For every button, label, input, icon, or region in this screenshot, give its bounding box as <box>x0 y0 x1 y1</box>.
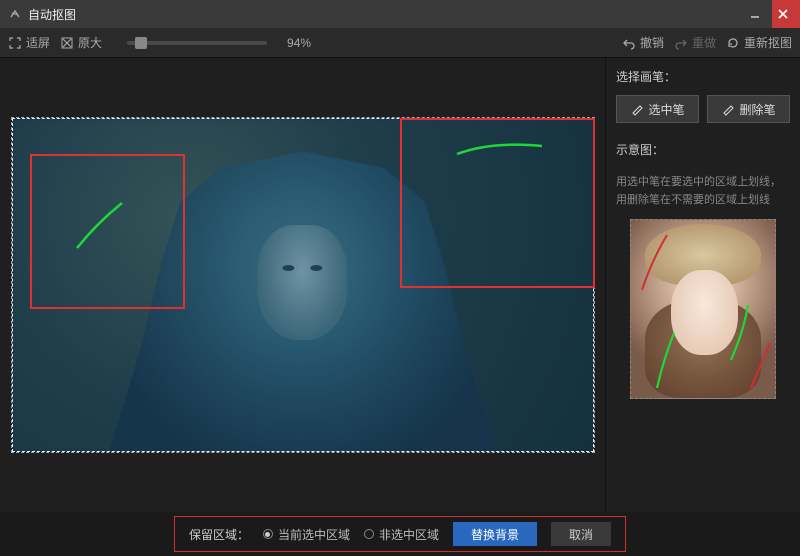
main-area: 选择画笔： 选中笔 删除笔 示意图： 用选中笔在要选中的区域上划线，用删除笔在不… <box>0 58 800 512</box>
erase-brush-label: 删除笔 <box>739 101 775 118</box>
bottom-bar: 保留区域： 当前选中区域 非选中区域 替换背景 取消 <box>174 516 626 552</box>
replace-background-button[interactable]: 替换背景 <box>453 522 537 546</box>
radio-inverse-selection[interactable]: 非选中区域 <box>364 526 439 543</box>
recrop-label: 重新抠图 <box>744 34 792 51</box>
undo-label: 撤销 <box>640 34 664 51</box>
keep-area-label: 保留区域： <box>189 526 249 543</box>
canvas-wrapper <box>0 58 605 512</box>
redo-button[interactable]: 重做 <box>674 34 716 51</box>
brush-heading: 选择画笔： <box>616 68 790 85</box>
bottom-bar-wrapper: 保留区域： 当前选中区域 非选中区域 替换背景 取消 <box>0 512 800 556</box>
keep-area-radio-group: 当前选中区域 非选中区域 <box>263 526 439 543</box>
minimize-button[interactable] <box>744 0 772 28</box>
redo-label: 重做 <box>692 34 716 51</box>
original-label: 原大 <box>78 34 102 51</box>
eraser-icon <box>721 102 735 116</box>
radio-inverse-label: 非选中区域 <box>379 526 439 543</box>
replace-bg-label: 替换背景 <box>471 526 519 543</box>
erase-brush-button[interactable]: 删除笔 <box>707 95 790 123</box>
toolbar: 适屏 原大 94% 撤销 重做 重新抠图 <box>0 28 800 58</box>
undo-button[interactable]: 撤销 <box>622 34 664 51</box>
select-brush-label: 选中笔 <box>648 101 684 118</box>
select-brush-button[interactable]: 选中笔 <box>616 95 699 123</box>
zoom-value: 94% <box>287 36 311 50</box>
demo-green-stroke <box>649 328 689 399</box>
example-image <box>630 219 776 399</box>
fit-label: 适屏 <box>26 34 50 51</box>
close-button[interactable] <box>772 0 800 28</box>
refresh-icon <box>726 36 740 50</box>
brush-icon <box>630 102 644 116</box>
diagram-heading: 示意图： <box>616 141 790 158</box>
window-title: 自动抠图 <box>28 6 76 23</box>
cancel-label: 取消 <box>569 526 593 543</box>
image-canvas[interactable] <box>11 117 595 453</box>
radio-current-selection[interactable]: 当前选中区域 <box>263 526 350 543</box>
cancel-button[interactable]: 取消 <box>551 522 611 546</box>
recrop-button[interactable]: 重新抠图 <box>726 34 792 51</box>
demo-red-stroke <box>746 340 776 398</box>
demo-red-stroke <box>637 230 677 303</box>
slider-track[interactable] <box>127 41 267 45</box>
side-panel: 选择画笔： 选中笔 删除笔 示意图： 用选中笔在要选中的区域上划线，用删除笔在不… <box>605 58 800 512</box>
brush-stroke <box>452 136 552 169</box>
app-icon <box>8 7 22 21</box>
zoom-slider[interactable] <box>127 41 267 45</box>
undo-icon <box>622 36 636 50</box>
radio-dot-icon <box>263 529 273 539</box>
fit-icon <box>8 36 22 50</box>
brush-stroke <box>72 198 142 261</box>
redo-icon <box>674 36 688 50</box>
original-icon <box>60 36 74 50</box>
slider-thumb[interactable] <box>135 37 147 49</box>
fit-screen-button[interactable]: 适屏 <box>8 34 50 51</box>
original-size-button[interactable]: 原大 <box>60 34 102 51</box>
radio-current-label: 当前选中区域 <box>278 526 350 543</box>
radio-dot-icon <box>364 529 374 539</box>
helper-text: 用选中笔在要选中的区域上划线，用删除笔在不需要的区域上划线 <box>616 174 790 209</box>
title-bar: 自动抠图 <box>0 0 800 28</box>
